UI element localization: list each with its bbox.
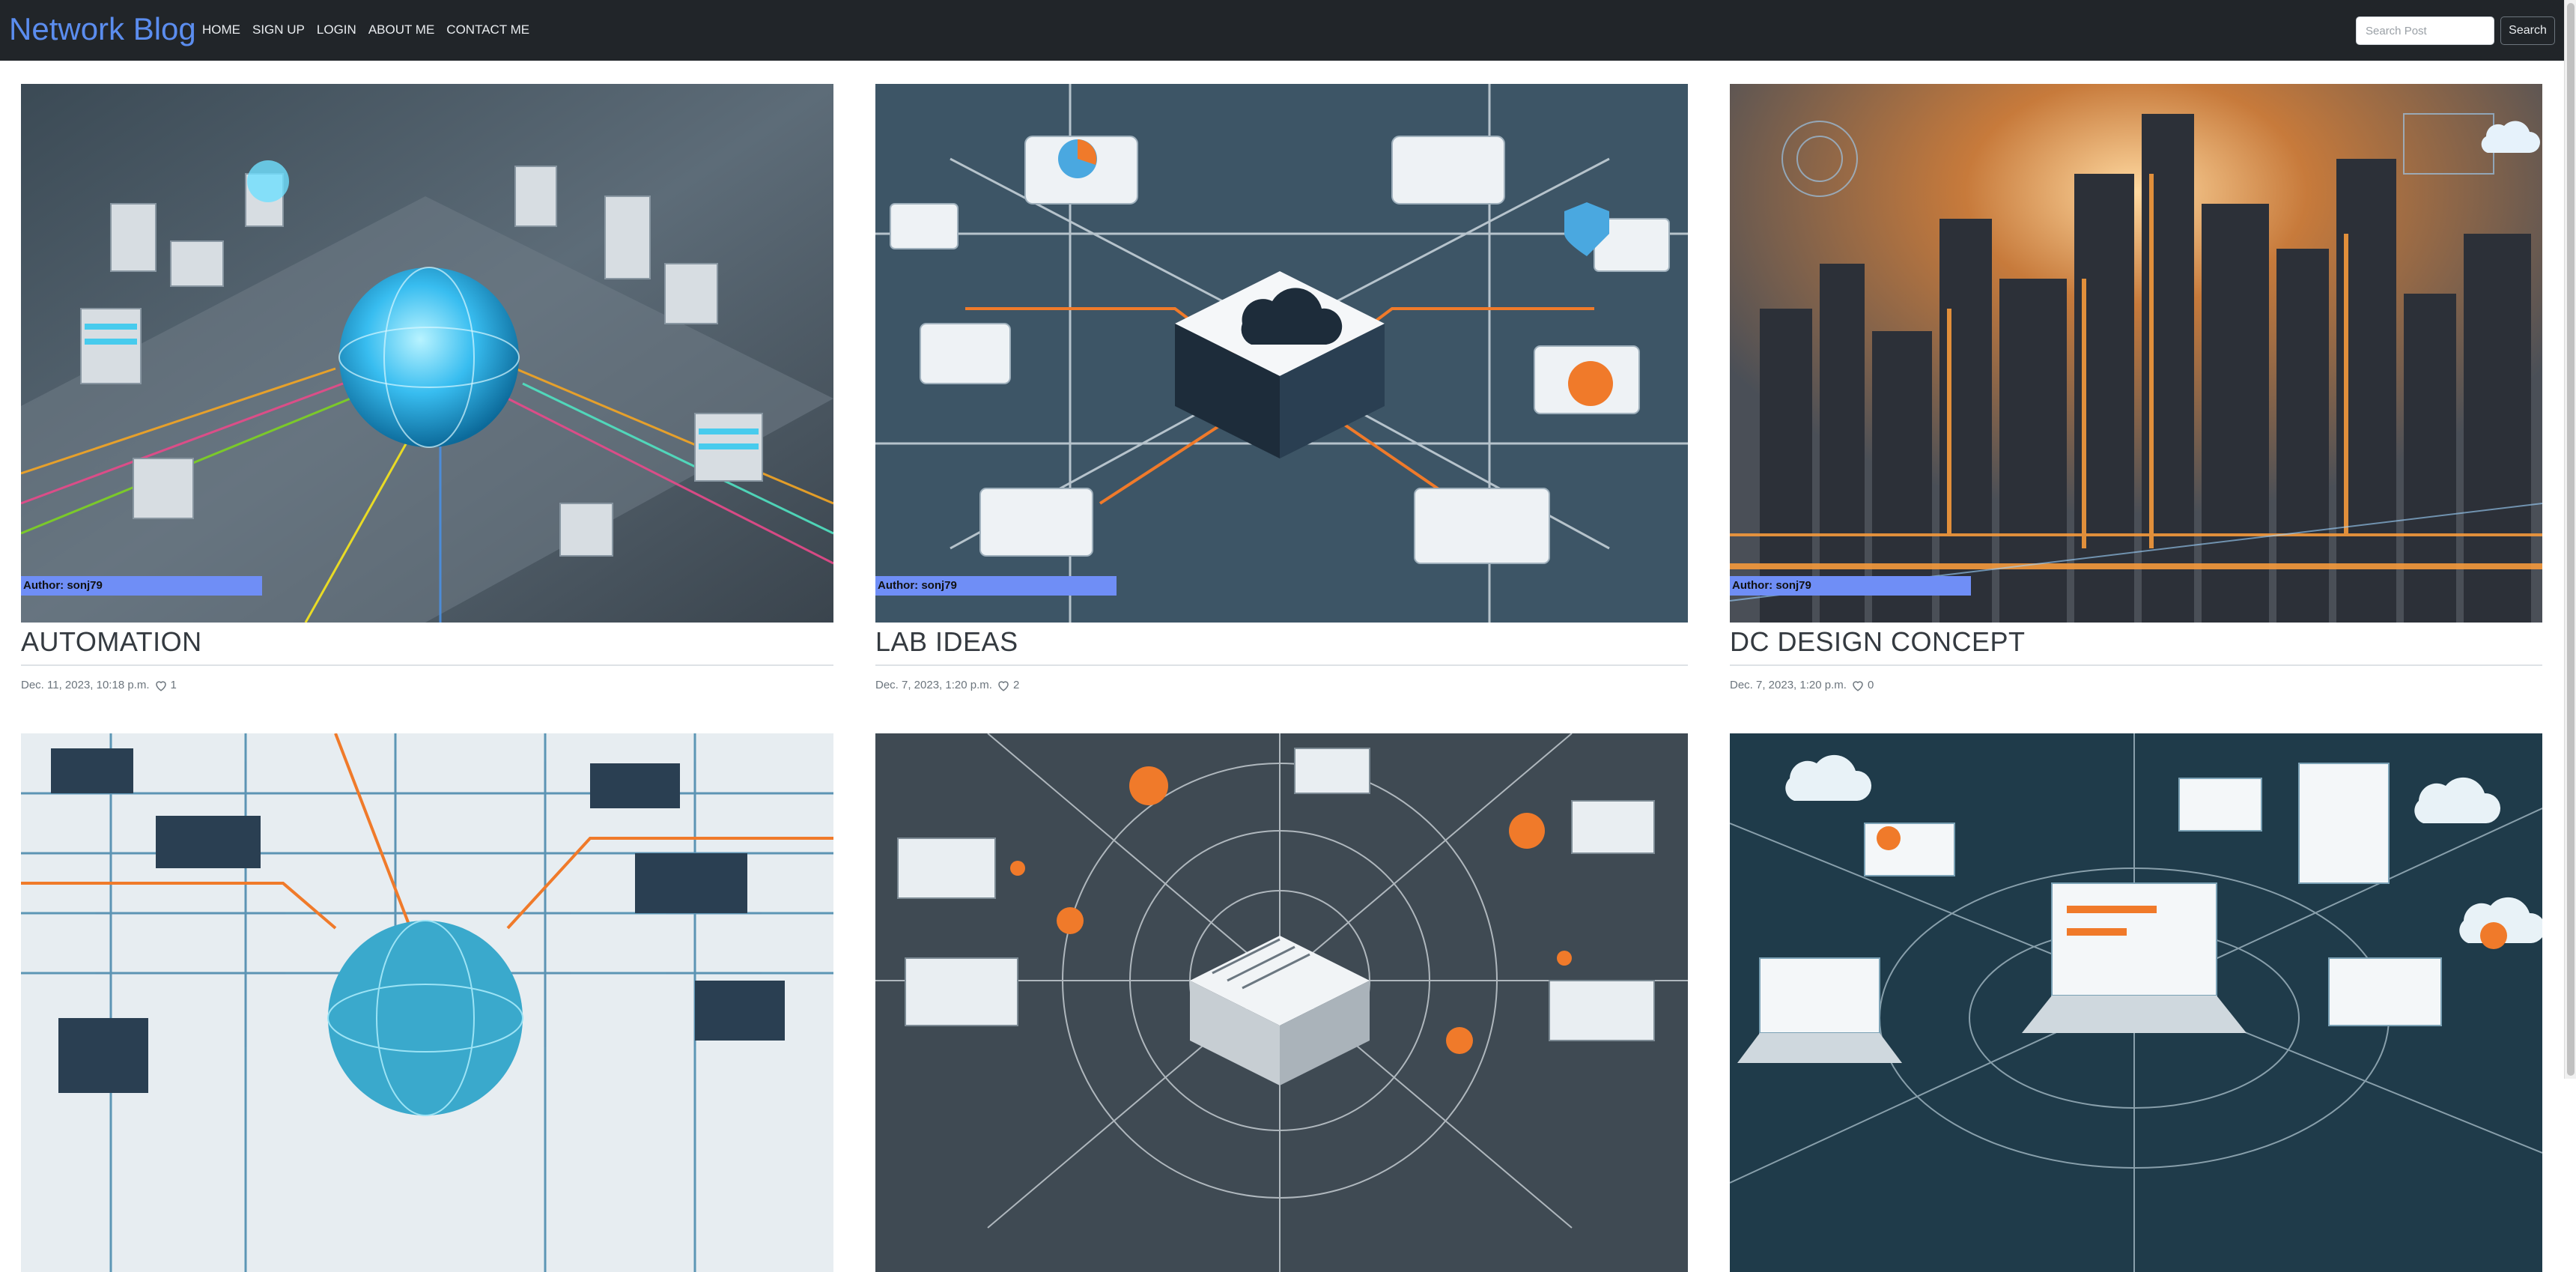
post-meta: Dec. 7, 2023, 1:20 p.m. 2 <box>875 678 1688 693</box>
nav-contact-me[interactable]: CONTACT ME <box>446 21 529 39</box>
search-button[interactable]: Search <box>2500 16 2555 45</box>
like-count: 1 <box>170 679 177 691</box>
like-count: 0 <box>1867 679 1874 691</box>
heart-icon[interactable] <box>1851 679 1865 692</box>
nav-links: HOME SIGN UP LOGIN ABOUT ME CONTACT ME <box>202 21 529 39</box>
post-meta: Dec. 11, 2023, 10:18 p.m. 1 <box>21 678 833 693</box>
brand-link[interactable]: Network Blog <box>9 9 196 49</box>
post-date: Dec. 7, 2023, 1:20 p.m. <box>875 679 992 691</box>
post-image[interactable] <box>1730 733 2542 1272</box>
post-image[interactable] <box>21 733 833 1272</box>
post-card[interactable]: Author: sonj79 LAB IDEAS Dec. 7, 2023, 1… <box>875 84 1688 693</box>
scroll-thumb[interactable] <box>2567 3 2575 1076</box>
post-card[interactable]: Author: sonj79 AUTOMATION Dec. 11, 2023,… <box>21 84 833 693</box>
futuristic-city-image <box>1730 84 2542 623</box>
network-isometric-globe-image <box>21 84 833 623</box>
post-card[interactable] <box>1730 733 2542 1272</box>
like-count: 2 <box>1012 679 1020 691</box>
author-badge: Author: sonj79 <box>21 576 262 596</box>
post-image[interactable]: Author: sonj79 <box>21 84 833 623</box>
laptop-network-diagram-image <box>1730 733 2542 1272</box>
post-date: Dec. 11, 2023, 10:18 p.m. <box>21 679 150 691</box>
nav-sign-up[interactable]: SIGN UP <box>252 21 305 39</box>
search-input[interactable] <box>2356 16 2494 45</box>
heart-icon[interactable] <box>997 679 1010 692</box>
post-image[interactable] <box>875 733 1688 1272</box>
heart-icon[interactable] <box>154 679 168 692</box>
post-image[interactable]: Author: sonj79 <box>875 84 1688 623</box>
server-hub-diagram-image <box>875 733 1688 1272</box>
navbar: Network Blog HOME SIGN UP LOGIN ABOUT ME… <box>0 0 2576 61</box>
nav-about-me[interactable]: ABOUT ME <box>368 21 434 39</box>
nav-login[interactable]: LOGIN <box>317 21 356 39</box>
cloud-network-diagram-image <box>875 84 1688 623</box>
circuit-globe-image <box>21 733 833 1272</box>
post-title[interactable]: LAB IDEAS <box>875 624 1688 666</box>
author-badge: Author: sonj79 <box>875 576 1117 596</box>
nav-home[interactable]: HOME <box>202 21 240 39</box>
post-title[interactable]: DC DESIGN CONCEPT <box>1730 624 2542 666</box>
post-meta: Dec. 7, 2023, 1:20 p.m. 0 <box>1730 678 2542 693</box>
post-card[interactable]: Author: sonj79 DC DESIGN CONCEPT Dec. 7,… <box>1730 84 2542 693</box>
post-card[interactable] <box>21 733 833 1272</box>
post-title[interactable]: AUTOMATION <box>21 624 833 666</box>
post-image[interactable]: Author: sonj79 <box>1730 84 2542 623</box>
post-card[interactable] <box>875 733 1688 1272</box>
page-scrollbar[interactable] <box>2564 0 2576 1079</box>
author-badge: Author: sonj79 <box>1730 576 1971 596</box>
post-date: Dec. 7, 2023, 1:20 p.m. <box>1730 679 1847 691</box>
